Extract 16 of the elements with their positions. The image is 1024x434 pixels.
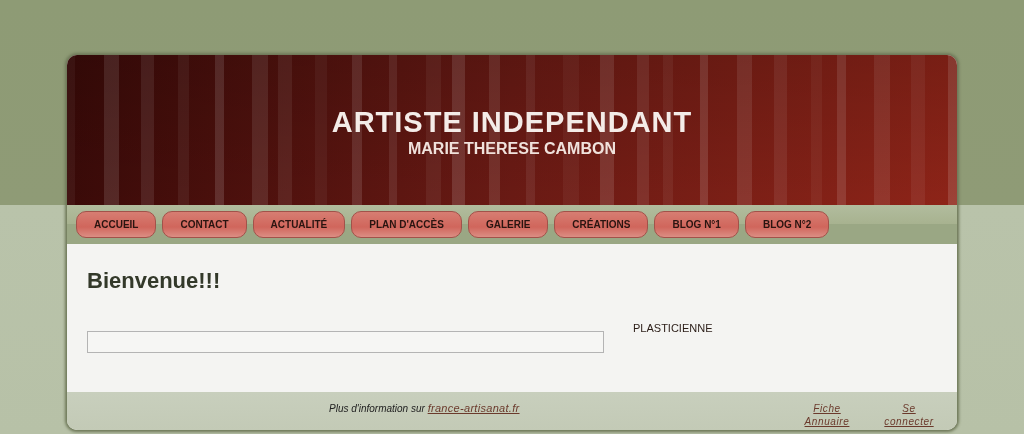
nav-button[interactable]: GALERIE bbox=[467, 211, 549, 238]
footer-link[interactable]: Fiche Annuaire bbox=[796, 402, 858, 428]
nav-button[interactable]: CRÉATIONS bbox=[554, 211, 649, 238]
site-subtitle: MARIE THERESE CAMBON bbox=[408, 140, 616, 158]
footer-link[interactable]: Se connecter bbox=[878, 402, 940, 428]
nav-button[interactable]: ACCUEIL bbox=[76, 211, 157, 238]
nav-button[interactable]: CONTACT bbox=[162, 211, 247, 238]
site-title: ARTISTE INDEPENDANT bbox=[331, 106, 693, 139]
nav-button[interactable]: ACTUALITÉ bbox=[252, 211, 346, 238]
footer-info: Plus d'information sur france-artisanat.fr bbox=[329, 402, 520, 414]
footer-link[interactable]: france-artisanat.fr bbox=[427, 402, 520, 414]
page-heading: Bienvenue!!! bbox=[87, 268, 222, 294]
side-text: PLASTICIENNE bbox=[633, 322, 713, 336]
nav-button[interactable]: BLOG N°1 bbox=[654, 211, 739, 238]
nav-button[interactable]: PLAN D'ACCÈS bbox=[351, 211, 462, 238]
nav-button[interactable]: BLOG N°2 bbox=[744, 211, 830, 238]
